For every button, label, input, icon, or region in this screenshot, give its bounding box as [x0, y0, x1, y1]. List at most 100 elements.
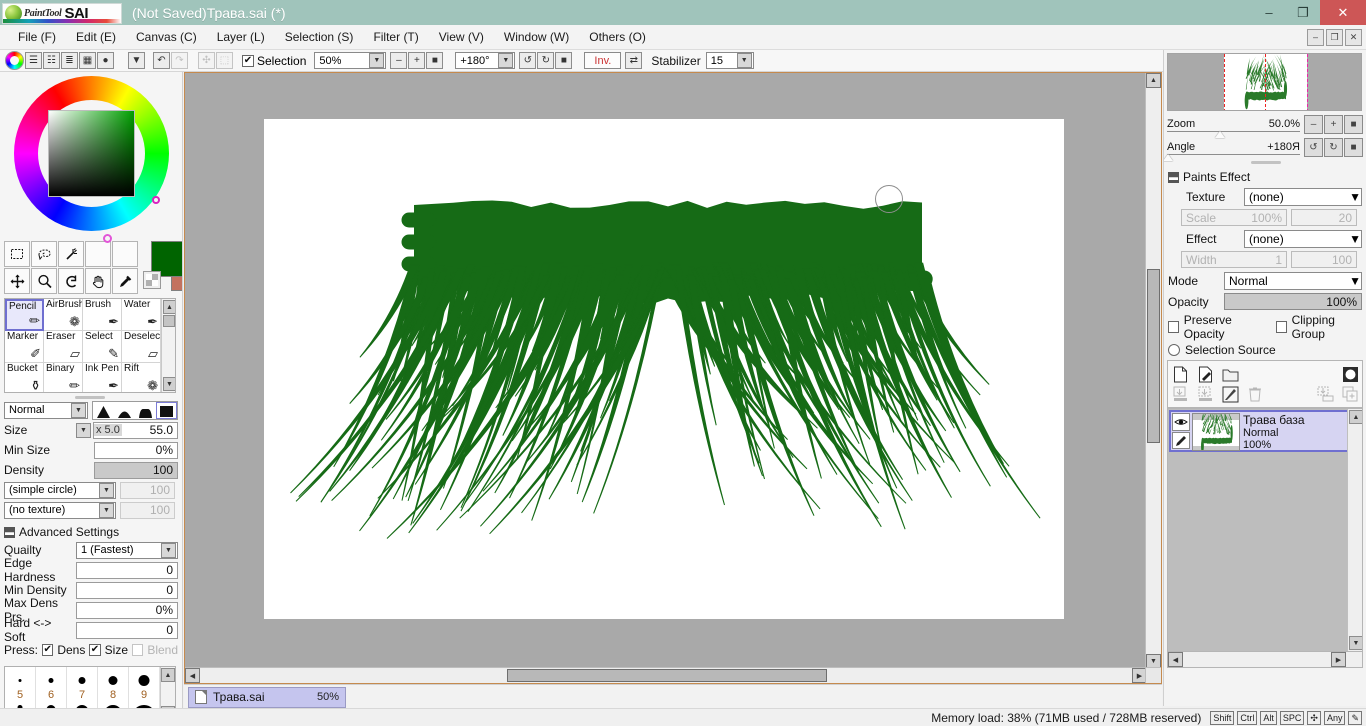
transfer-layer-icon[interactable] [1316, 385, 1334, 403]
eye-icon[interactable] [1172, 413, 1190, 431]
canvas-viewport[interactable]: ▲ ▼ ◀ ▶ [184, 72, 1162, 684]
angle-combo[interactable]: +180° ▼ [455, 52, 516, 69]
right-panel-grip[interactable] [1168, 159, 1363, 165]
density-field[interactable]: 100 [94, 461, 178, 479]
selection-source-radio[interactable] [1168, 344, 1180, 356]
swatches-icon[interactable]: ▦ [79, 52, 96, 69]
transparency-swatch-icon[interactable] [143, 271, 161, 289]
layer-list-hscrollbar[interactable]: ◀ ▶ [1167, 652, 1363, 668]
rotate-reset-button[interactable]: ■ [555, 52, 573, 69]
zoom-slider-knob[interactable] [1215, 130, 1225, 138]
hard-soft-field[interactable]: 0 [76, 621, 178, 639]
doc-restore-button[interactable]: ❐ [1326, 28, 1343, 46]
merge-down-icon[interactable] [1171, 385, 1189, 403]
nav-zoom-reset-button[interactable]: ■ [1344, 115, 1363, 134]
doc-close-button[interactable]: ✕ [1345, 28, 1362, 46]
nav-rotate-reset-button[interactable]: ■ [1344, 138, 1363, 157]
collapse-icon[interactable]: ▬ [4, 526, 15, 538]
crop-selection-button[interactable]: ⬚ [216, 52, 233, 69]
delete-layer-icon[interactable] [1246, 385, 1264, 403]
selection-checkbox[interactable]: ✔ [242, 54, 254, 67]
transform-selection-button[interactable]: ✣ [198, 52, 215, 69]
effect-combo[interactable]: (none) ▼ [1244, 229, 1362, 248]
nav-zoom-in-button[interactable]: + [1324, 115, 1343, 134]
scroll-up-button[interactable]: ▲ [1146, 73, 1161, 88]
advanced-settings-header[interactable]: ▬ Advanced Settings [0, 521, 182, 541]
min-density-field[interactable]: 0 [76, 581, 178, 599]
layer-mode-combo[interactable]: Normal ▼ [1224, 271, 1362, 290]
doc-minimize-button[interactable]: – [1307, 28, 1324, 46]
nav-zoom-out-button[interactable]: – [1304, 115, 1323, 134]
scroll-left-button[interactable]: ◀ [185, 668, 200, 683]
stabilizer-combo[interactable]: 15 ▼ [705, 52, 754, 69]
clear-layer-icon[interactable] [1221, 385, 1239, 403]
chevron-down-icon[interactable]: ▼ [736, 53, 752, 68]
canvas-horizontal-scrollbar[interactable]: ◀ ▶ [185, 667, 1147, 683]
brush-brush[interactable]: Brush ✒ [83, 299, 122, 331]
menu-item-view[interactable]: View (V) [429, 27, 494, 47]
vertical-scroll-thumb[interactable] [1147, 269, 1160, 443]
canvas-page[interactable] [264, 119, 1064, 619]
empty-tool-slot-1[interactable] [85, 241, 111, 267]
chevron-down-icon[interactable]: ▼ [1349, 232, 1361, 246]
press-dens-checkbox[interactable]: ✔ [42, 644, 54, 656]
layer-opacity-slider[interactable]: 100% [1224, 293, 1362, 310]
zoom-reset-button[interactable]: ■ [426, 52, 444, 69]
layer-mask-icon[interactable] [1341, 365, 1359, 383]
menu-item-filter[interactable]: Filter (T) [363, 27, 428, 47]
max-dens-prs-field[interactable]: 0% [76, 601, 178, 619]
menu-item-canvas[interactable]: Canvas (C) [126, 27, 207, 47]
brush-bucket[interactable]: Bucket ⚱ [5, 363, 44, 392]
brush-rift[interactable]: Rift ❁ [122, 363, 161, 392]
brush-select[interactable]: Select ✎ [83, 331, 122, 363]
layer-row[interactable]: Трава база Normal 100% [1169, 410, 1361, 452]
edge-hardness-field[interactable]: 0 [76, 561, 178, 579]
new-linework-layer-icon[interactable] [1196, 365, 1214, 383]
horizontal-scroll-thumb[interactable] [507, 669, 827, 682]
min-size-field[interactable]: 0% [94, 441, 178, 459]
chevron-down-icon[interactable]: ▼ [369, 53, 385, 68]
panel-resize-grip[interactable] [4, 394, 176, 400]
menu-item-edit[interactable]: Edit (E) [66, 27, 126, 47]
menu-item-others[interactable]: Others (O) [579, 27, 656, 47]
edge-shape-flat-icon[interactable] [135, 402, 156, 419]
nav-rotate-ccw-button[interactable]: ↺ [1304, 138, 1323, 157]
lasso-select-icon[interactable] [31, 241, 57, 267]
color-list-icon[interactable]: ≣ [61, 52, 78, 69]
scroll-thumb[interactable] [162, 315, 175, 327]
hue-cursor-icon[interactable] [152, 196, 160, 204]
saturation-value-square[interactable] [48, 110, 135, 197]
new-folder-icon[interactable] [1221, 365, 1239, 383]
press-size-checkbox[interactable]: ✔ [89, 644, 101, 656]
collapse-icon[interactable]: ▬ [1168, 171, 1179, 183]
preserve-opacity-checkbox[interactable] [1168, 321, 1179, 333]
rotate-ccw-button[interactable]: ↺ [519, 52, 537, 69]
document-tab-trava[interactable]: Трава.sai 50% [188, 686, 346, 708]
chevron-down-icon[interactable]: ▼ [99, 502, 114, 518]
chevron-down-icon[interactable]: ▼ [71, 402, 86, 418]
scroll-up-button[interactable]: ▲ [161, 668, 175, 682]
brush-binary[interactable]: Binary ✏ [44, 363, 83, 392]
chevron-down-icon[interactable]: ▼ [161, 542, 176, 558]
brush-shape-combo[interactable]: (simple circle) ▼ [4, 481, 116, 499]
color-wheel-icon[interactable] [5, 51, 24, 70]
texture-combo[interactable]: (none) ▼ [1244, 187, 1362, 206]
canvas-vertical-scrollbar[interactable]: ▲ ▼ [1145, 73, 1161, 669]
brush-ink-pen[interactable]: Ink Pen ✒ [83, 363, 122, 392]
clipping-group-checkbox[interactable] [1275, 321, 1287, 333]
merge-selected-icon[interactable] [1196, 385, 1214, 403]
rgb-slider-icon[interactable]: ☰ [25, 52, 42, 69]
menu-item-window[interactable]: Window (W) [494, 27, 579, 47]
zoom-combo[interactable]: 50% ▼ [314, 52, 387, 69]
move-icon[interactable] [4, 268, 30, 294]
edge-shape-round-icon[interactable] [114, 402, 135, 419]
angle-slider-track[interactable] [1164, 153, 1300, 161]
eyedropper-icon[interactable] [112, 268, 138, 294]
gradient-icon[interactable]: ● [97, 52, 114, 69]
scroll-up-button[interactable]: ▲ [162, 300, 175, 314]
selection-toggle[interactable]: ✔ Selection [242, 54, 306, 68]
menu-item-file[interactable]: File (F) [8, 27, 66, 47]
magic-wand-icon[interactable] [58, 241, 84, 267]
maximize-button[interactable]: ❐ [1286, 0, 1320, 25]
brush-pencil[interactable]: Pencil ✏ [5, 299, 44, 331]
